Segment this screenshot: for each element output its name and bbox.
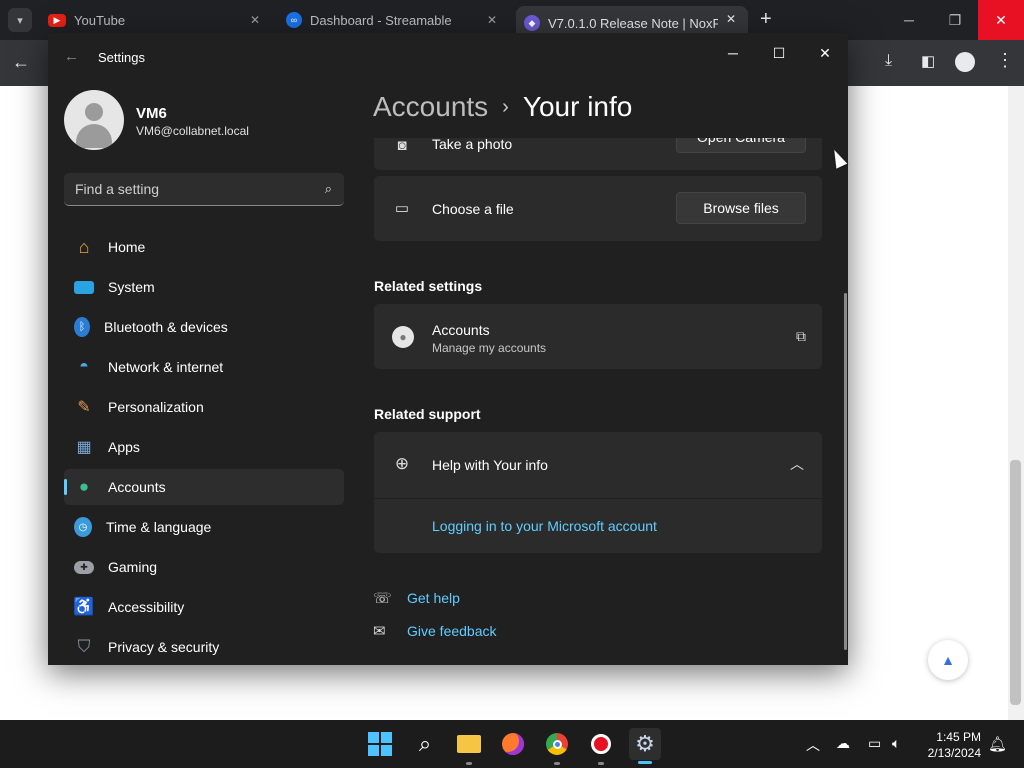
clock-date: 2/13/2024: [927, 746, 981, 760]
menu-kebab-icon[interactable]: ⋮: [996, 50, 1014, 71]
cloud-offline-icon[interactable]: ☁: [836, 735, 850, 752]
close-window-button[interactable]: ✕: [978, 0, 1024, 40]
recorder-icon[interactable]: [585, 728, 617, 760]
close-icon[interactable]: ✕: [802, 38, 848, 68]
noxplayer-icon: ◆: [524, 15, 540, 31]
settings-gear-icon[interactable]: ⚙: [629, 728, 661, 760]
accounts-link-row[interactable]: ● Accounts Manage my accounts ⧉: [374, 304, 822, 369]
chrome-icon[interactable]: [541, 728, 573, 760]
globe-icon: ⊕: [394, 454, 410, 473]
content-scrollbar[interactable]: [844, 293, 847, 650]
account-circle-icon: ●: [392, 326, 414, 348]
tab-title: V7.0.1.0 Release Note | NoxPlay: [548, 15, 718, 31]
network-icon[interactable]: ▭: [868, 735, 881, 752]
notification-bell-icon[interactable]: 🔔︎: [988, 735, 1007, 753]
maximize-icon[interactable]: ☐: [756, 38, 802, 68]
get-help-icon: ☏: [373, 590, 392, 607]
external-link-icon: ⧉: [796, 328, 806, 344]
user-name: VM6: [136, 105, 167, 122]
chevron-up-icon[interactable]: ︿: [806, 735, 820, 755]
profile-icon[interactable]: [955, 52, 975, 72]
running-app-indicator: [466, 762, 472, 765]
page-scrollbar-thumb[interactable]: [1010, 460, 1021, 705]
youtube-icon: ▶: [48, 13, 66, 27]
running-app-indicator: [598, 762, 604, 765]
tab-streamable[interactable]: ∞ Dashboard - Streamable ✕: [278, 6, 510, 34]
system-clock[interactable]: 1:45 PM 2/13/2024: [925, 729, 981, 761]
folder-icon: ▭: [394, 200, 410, 217]
give-feedback-link[interactable]: Give feedback: [407, 623, 497, 639]
close-tab-icon[interactable]: ✕: [250, 13, 260, 27]
help-expander-content: Logging in to your Microsoft account: [374, 499, 822, 553]
related-support-heading: Related support: [374, 406, 481, 422]
minimize-icon[interactable]: ─: [886, 0, 932, 40]
download-icon[interactable]: ⤓: [885, 52, 892, 70]
settings-window: ← Settings ─ ☐ ✕ VM6 VM6@collabnet.local…: [48, 33, 848, 665]
open-camera-button[interactable]: Open Camera: [676, 138, 806, 153]
browse-files-button[interactable]: Browse files: [676, 192, 806, 224]
tab-search-button[interactable]: ▾: [8, 8, 32, 32]
side-panel-icon[interactable]: ◧: [921, 52, 935, 70]
back-arrow-icon[interactable]: ←: [64, 48, 79, 65]
choose-file-row: ▭ Choose a file Browse files: [374, 176, 822, 241]
streamable-icon: ∞: [286, 12, 302, 28]
active-app-indicator: [638, 761, 652, 764]
tab-youtube[interactable]: ▶ YouTube ✕: [40, 6, 270, 34]
breadcrumb: Accounts › Your info: [373, 91, 632, 123]
page-title: Your info: [522, 91, 633, 122]
clock-time: 1:45 PM: [936, 730, 981, 744]
close-tab-icon[interactable]: ✕: [726, 12, 736, 26]
back-arrow-icon[interactable]: ←: [12, 52, 30, 73]
close-tab-icon[interactable]: ✕: [487, 13, 497, 27]
chevron-up-icon[interactable]: ︿: [790, 454, 804, 474]
chevron-right-icon: ›: [502, 95, 509, 118]
file-explorer-icon[interactable]: [453, 728, 485, 760]
tab-title: YouTube: [74, 12, 126, 28]
feedback-icon: ✉: [373, 623, 386, 640]
take-photo-label: Take a photo: [432, 138, 513, 152]
take-photo-row: ◙ Take a photo Open Camera: [374, 138, 822, 170]
windows-logo-icon: [368, 732, 392, 756]
microsoft-account-link[interactable]: Logging in to your Microsoft account: [432, 518, 657, 534]
choose-file-label: Choose a file: [432, 201, 514, 217]
new-tab-button[interactable]: +: [760, 8, 772, 31]
taskbar-search-icon[interactable]: ⌕: [409, 728, 441, 760]
help-expander[interactable]: ⊕ Help with Your info ︿: [374, 432, 822, 498]
window-title: Settings: [98, 50, 145, 65]
content-scroll-area: ◙ Take a photo Open Camera ▭ Choose a fi…: [48, 138, 848, 665]
help-title: Help with Your info: [432, 457, 548, 473]
accounts-subtitle: Manage my accounts: [432, 341, 547, 355]
scroll-to-top-button[interactable]: ▲: [928, 640, 968, 680]
volume-icon[interactable]: 🔈︎: [892, 735, 900, 752]
running-app-indicator: [554, 762, 560, 765]
firefox-icon[interactable]: [497, 728, 529, 760]
accounts-title: Accounts: [432, 322, 490, 338]
related-settings-heading: Related settings: [374, 278, 483, 294]
user-email: VM6@collabnet.local: [136, 124, 249, 138]
start-button[interactable]: [364, 728, 396, 760]
minimize-icon[interactable]: ─: [710, 38, 756, 68]
tab-title: Dashboard - Streamable: [310, 12, 452, 28]
camera-icon: ◙: [397, 138, 407, 154]
get-help-link[interactable]: Get help: [407, 590, 460, 606]
breadcrumb-parent[interactable]: Accounts: [373, 91, 488, 123]
restore-icon[interactable]: ❐: [932, 0, 978, 40]
